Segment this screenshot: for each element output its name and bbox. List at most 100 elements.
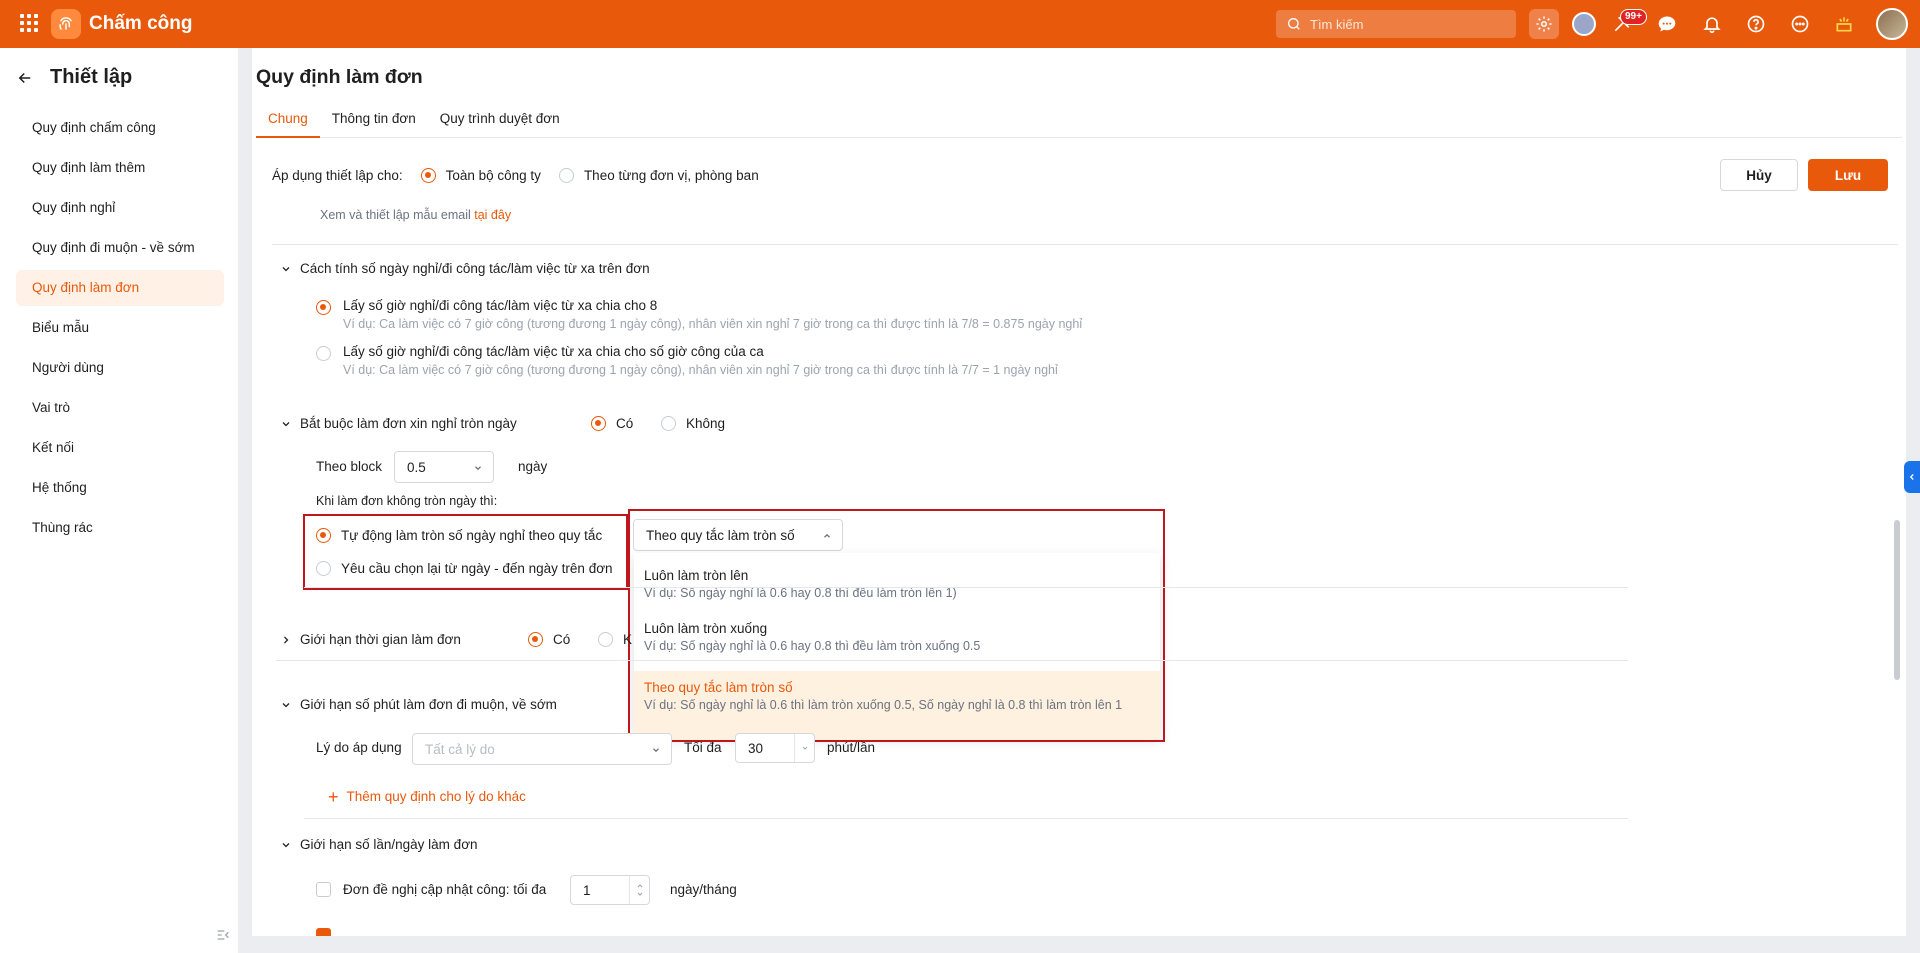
divider (272, 244, 1898, 245)
fullday-no-radio[interactable] (661, 416, 676, 431)
cancel-button[interactable]: Hủy (1720, 159, 1798, 191)
sidebar-item-late-early-rules[interactable]: Quy định đi muộn - về sớm (16, 230, 224, 266)
time-limit-section-title: Giới hạn thời gian làm đơn (300, 632, 461, 647)
calc-option-shift-hint: Ví dụ: Ca làm việc có 7 giờ công (tương … (343, 363, 1058, 377)
apps-grid-icon[interactable] (20, 14, 38, 32)
per-department-radio[interactable] (558, 168, 574, 183)
block-unit: ngày (518, 459, 548, 474)
email-template-link[interactable]: tại đây (474, 208, 511, 222)
fullday-section-title: Bắt buộc làm đơn xin nghỉ tròn ngày (300, 416, 517, 431)
more-icon[interactable] (1788, 12, 1812, 36)
sidebar-item-leave-rules[interactable]: Quy định nghỉ (16, 190, 224, 226)
time-limit-no-radio[interactable] (598, 632, 613, 647)
max-label: Tối đa (684, 740, 722, 755)
bell-icon[interactable] (1700, 12, 1724, 36)
calc-option-shift-radio[interactable] (316, 346, 331, 361)
chevron-down-icon (282, 842, 290, 847)
add-rule-link[interactable]: + Thêm quy định cho lý do khác (328, 788, 526, 806)
chevron-down-icon (282, 266, 290, 271)
chevron-right-icon (284, 636, 289, 643)
fullday-section-header[interactable]: Bắt buộc làm đơn xin nghỉ tròn ngày (280, 416, 517, 431)
sidebar-item-attendance-rules[interactable]: Quy định chấm công (16, 110, 224, 146)
sidebar-item-request-rules[interactable]: Quy định làm đơn (16, 270, 224, 306)
app-avatar[interactable] (1572, 12, 1596, 36)
block-label: Theo block (316, 459, 383, 474)
user-avatar[interactable] (1876, 8, 1908, 40)
max-unit: phút/lần (827, 740, 876, 755)
search-box[interactable] (1276, 10, 1516, 38)
sidebar-item-users[interactable]: Người dùng (16, 350, 224, 386)
update-days-stepper[interactable]: 1 (570, 875, 650, 905)
sidebar-item-overtime-rules[interactable]: Quy định làm thêm (16, 150, 224, 186)
settings-button[interactable] (1529, 9, 1559, 39)
highlight-box-right (628, 509, 1165, 742)
calc-option-shift-label: Lấy số giờ nghỉ/đi công tác/làm việc từ … (343, 344, 764, 359)
partial-checkbox[interactable] (316, 928, 331, 936)
top-bar: Chấm công 99+ (0, 0, 1920, 48)
collapse-left-icon (217, 930, 229, 940)
content-scrollbar[interactable] (1894, 520, 1900, 680)
sidebar-item-trash[interactable]: Thùng rác (16, 510, 224, 546)
side-panel-toggle[interactable] (1904, 461, 1920, 493)
announcement-icon[interactable] (1832, 12, 1856, 36)
main-content: Quy định làm đơn Chung Thông tin đơn Quy… (252, 48, 1906, 936)
minutes-section-header[interactable]: Giới hạn số phút làm đơn đi muộn, về sớm (280, 697, 557, 712)
calc-option-8h-radio[interactable] (316, 300, 331, 315)
whole-company-radio[interactable] (420, 168, 436, 183)
divider (276, 660, 1628, 661)
calc-option-8h[interactable]: Lấy số giờ nghỉ/đi công tác/làm việc từ … (316, 298, 1082, 331)
back-arrow-icon[interactable] (16, 69, 34, 87)
max-minutes-stepper[interactable]: 30 (735, 733, 815, 763)
chevron-up-icon (637, 884, 642, 888)
time-limit-no-option[interactable]: K (598, 632, 632, 647)
stepper-arrows[interactable] (794, 734, 814, 762)
count-section-header[interactable]: Giới hạn số lần/ngày làm đơn (280, 837, 478, 852)
chat-icon[interactable] (1655, 12, 1679, 36)
app-title: Chấm công (89, 13, 193, 34)
time-limit-yes-radio[interactable] (528, 632, 543, 647)
save-button[interactable]: Lưu (1808, 159, 1888, 191)
settings-sidebar: Thiết lập Quy định chấm công Quy định là… (0, 48, 238, 953)
per-department-label[interactable]: Theo từng đơn vị, phòng ban (584, 168, 759, 183)
page-title: Quy định làm đơn (256, 66, 423, 88)
tab-approval-flow[interactable]: Quy trình duyệt đơn (428, 106, 572, 138)
time-limit-yes-option[interactable]: Có (528, 632, 570, 647)
stepper-arrows[interactable] (629, 876, 649, 904)
update-request-row[interactable]: Đơn đề nghị cập nhật công: tối đa (316, 882, 546, 897)
minutes-section-title: Giới hạn số phút làm đơn đi muộn, về sớm (300, 697, 557, 712)
reason-select[interactable]: Tất cả lý do (412, 733, 672, 765)
sidebar-item-system[interactable]: Hệ thống (16, 470, 224, 506)
fullday-yes-option[interactable]: Có (591, 416, 633, 431)
divider (304, 818, 1628, 819)
update-days-unit: ngày/tháng (670, 882, 737, 897)
search-icon (1288, 18, 1300, 30)
tab-bar: Chung Thông tin đơn Quy trình duyệt đơn (256, 106, 1902, 138)
fullday-yes-radio[interactable] (591, 416, 606, 431)
block-select[interactable]: 0.5 (394, 451, 494, 483)
search-input[interactable] (1310, 16, 1500, 32)
calc-section-title: Cách tính số ngày nghỉ/đi công tác/làm v… (300, 261, 650, 276)
sidebar-title: Thiết lập (50, 66, 133, 88)
highlight-box-left (303, 514, 628, 590)
chevron-down-icon (637, 892, 642, 896)
tab-request-info[interactable]: Thông tin đơn (320, 106, 428, 138)
help-icon[interactable] (1744, 12, 1768, 36)
time-limit-section-header[interactable]: Giới hạn thời gian làm đơn (280, 632, 461, 647)
sidebar-menu: Quy định chấm công Quy định làm thêm Quy… (16, 110, 224, 550)
not-fullday-label: Khi làm đơn không tròn ngày thì: (316, 494, 498, 508)
sidebar-item-forms[interactable]: Biểu mẫu (16, 310, 224, 346)
sidebar-item-roles[interactable]: Vai trò (16, 390, 224, 426)
fullday-no-option[interactable]: Không (661, 416, 725, 431)
calc-option-shift[interactable]: Lấy số giờ nghỉ/đi công tác/làm việc từ … (316, 344, 1058, 377)
update-request-checkbox[interactable] (316, 882, 331, 897)
tab-general[interactable]: Chung (256, 106, 320, 138)
notification-badge: 99+ (1620, 9, 1647, 25)
apply-scope-row: Áp dụng thiết lập cho: Toàn bộ công ty T… (272, 168, 759, 183)
chevron-down-icon (802, 746, 807, 750)
sidebar-item-connections[interactable]: Kết nối (16, 430, 224, 466)
chevron-down-icon (282, 702, 290, 707)
collapse-sidebar-button[interactable] (208, 920, 238, 950)
whole-company-label[interactable]: Toàn bộ công ty (446, 168, 541, 183)
calc-section-header[interactable]: Cách tính số ngày nghỉ/đi công tác/làm v… (280, 261, 650, 276)
gear-icon (1536, 16, 1552, 32)
